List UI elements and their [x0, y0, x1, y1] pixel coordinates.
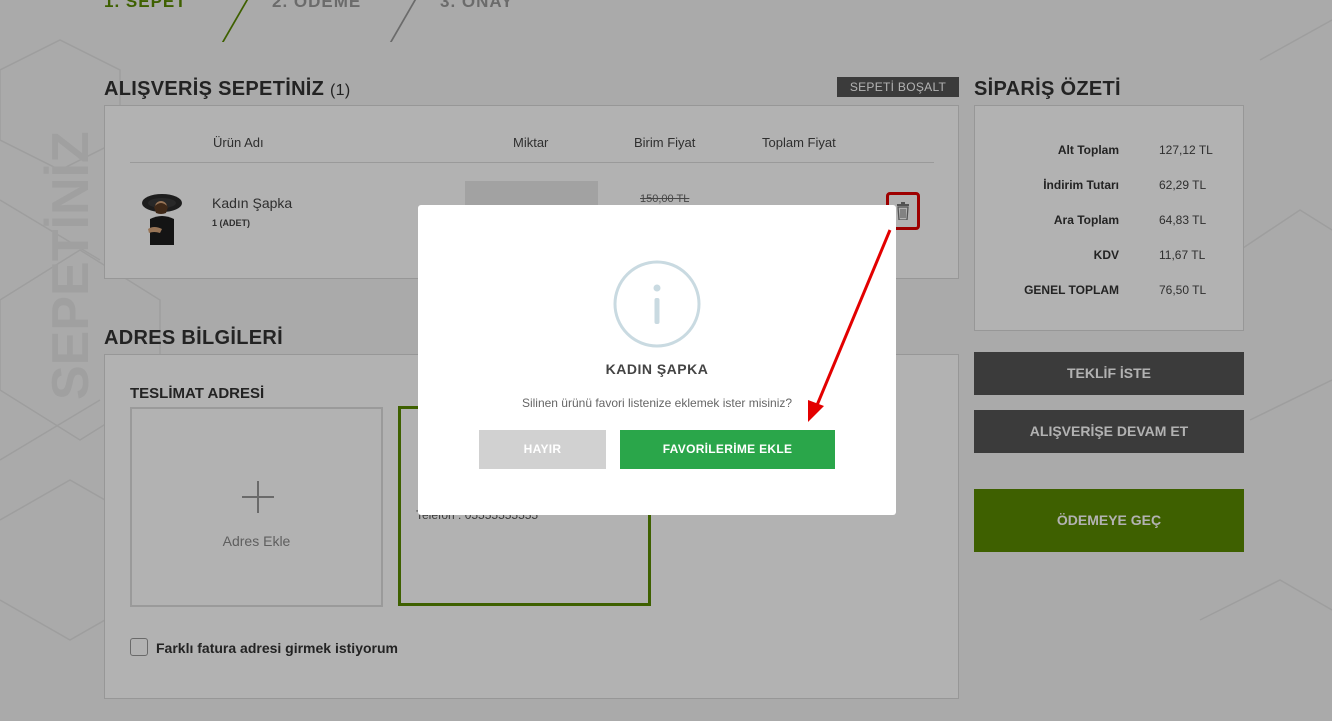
dialog-message: Silinen ürünü favori listenize eklemek i… [521, 396, 793, 410]
add-to-favorites-button[interactable]: FAVORİLERİME EKLE [620, 430, 835, 469]
no-button[interactable]: HAYIR [479, 430, 606, 469]
favorite-dialog: KADIN ŞAPKA Silinen ürünü favori listeni… [418, 205, 896, 515]
dialog-title: KADIN ŞAPKA [605, 361, 709, 377]
info-icon [613, 260, 701, 348]
